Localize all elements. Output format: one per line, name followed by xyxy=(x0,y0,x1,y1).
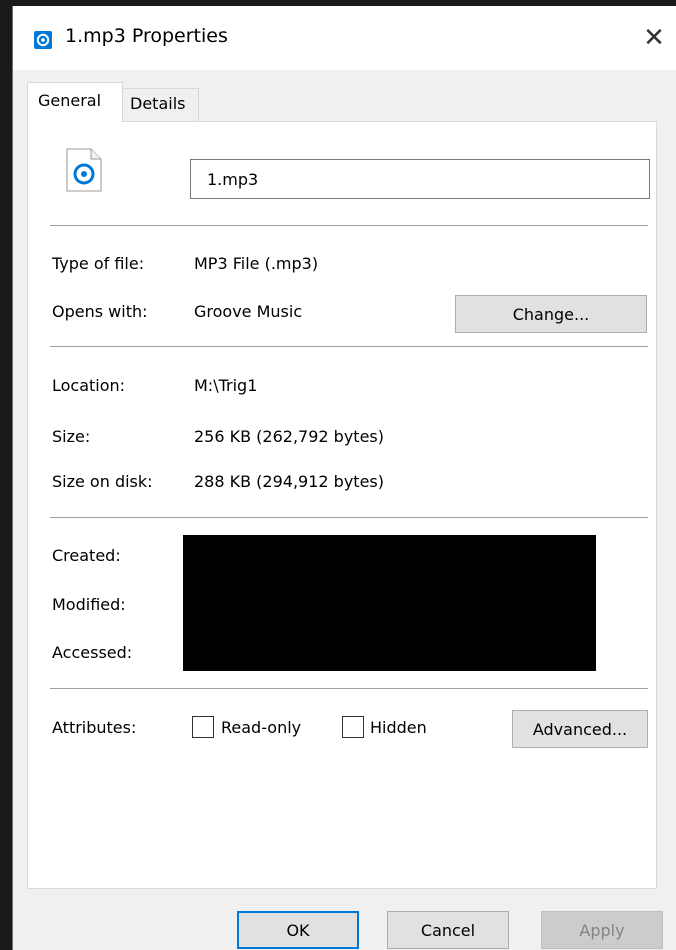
opens-with-label: Opens with: xyxy=(52,302,148,321)
type-of-file-label: Type of file: xyxy=(52,254,145,273)
title-bar[interactable]: 1.mp3 Properties ✕ xyxy=(13,6,676,70)
separator xyxy=(50,346,648,347)
readonly-checkbox[interactable] xyxy=(192,716,214,738)
window-title: 1.mp3 Properties xyxy=(65,25,228,47)
close-icon: ✕ xyxy=(643,23,665,53)
general-tab-panel: Type of file: MP3 File (.mp3) Opens with… xyxy=(27,121,657,889)
hidden-label[interactable]: Hidden xyxy=(370,718,427,737)
location-value: M:\Trig1 xyxy=(194,376,258,395)
tab-details[interactable]: Details xyxy=(123,88,199,122)
advanced-button[interactable]: Advanced... xyxy=(512,710,648,748)
readonly-label[interactable]: Read-only xyxy=(221,718,301,737)
size-on-disk-label: Size on disk: xyxy=(52,472,153,491)
change-button[interactable]: Change... xyxy=(455,295,647,333)
opens-with-value: Groove Music xyxy=(194,302,303,321)
mp3-file-icon xyxy=(66,148,102,192)
separator xyxy=(50,688,648,689)
redacted-dates-block xyxy=(183,535,596,671)
filename-input[interactable] xyxy=(190,159,650,199)
size-label: Size: xyxy=(52,427,91,446)
cancel-button[interactable]: Cancel xyxy=(387,911,509,949)
separator xyxy=(50,225,648,226)
apply-button[interactable]: Apply xyxy=(541,911,663,949)
separator xyxy=(50,517,648,518)
properties-window: 1.mp3 Properties ✕ General Details Type … xyxy=(12,6,676,950)
size-value: 256 KB (262,792 bytes) xyxy=(194,427,384,446)
type-of-file-value: MP3 File (.mp3) xyxy=(194,254,319,273)
created-label: Created: xyxy=(52,546,121,565)
hidden-checkbox[interactable] xyxy=(342,716,364,738)
attributes-label: Attributes: xyxy=(52,718,137,737)
accessed-label: Accessed: xyxy=(52,643,133,662)
location-label: Location: xyxy=(52,376,126,395)
ok-button[interactable]: OK xyxy=(237,911,359,949)
size-on-disk-value: 288 KB (294,912 bytes) xyxy=(194,472,384,491)
modified-label: Modified: xyxy=(52,595,126,614)
groove-music-icon xyxy=(34,31,52,49)
tab-general[interactable]: General xyxy=(27,82,123,122)
close-button[interactable]: ✕ xyxy=(631,6,676,70)
